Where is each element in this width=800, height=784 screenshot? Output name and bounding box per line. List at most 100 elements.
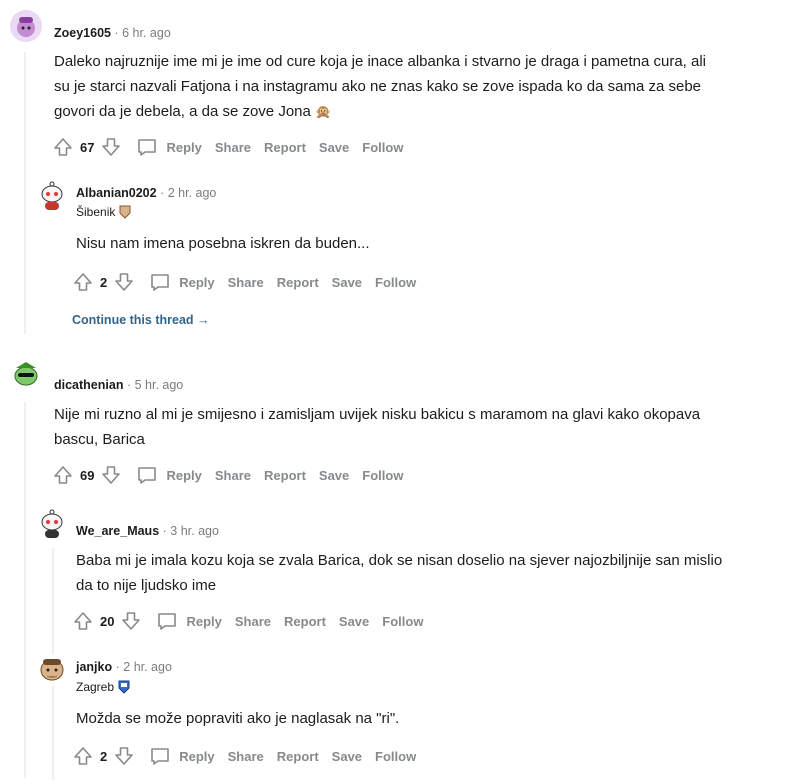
comment-icon [156, 610, 178, 632]
comment-body: Baba mi je imala kozu koja se zvala Bari… [76, 548, 796, 598]
emoji: 🙊 [315, 104, 332, 119]
downvote-icon[interactable] [120, 610, 142, 632]
upvote-icon[interactable] [72, 745, 94, 767]
save-button[interactable]: Save [319, 140, 349, 155]
comment-line: Možda se može popraviti ako je naglasak … [76, 710, 400, 727]
comment-actions: 69 Reply Share Report Save Follow [52, 462, 403, 488]
avatar[interactable] [10, 10, 42, 42]
save-button[interactable]: Save [332, 749, 362, 764]
comment-line: Daleko najruznije ime mi je ime od cure … [54, 53, 707, 70]
vote-score: 2 [100, 274, 108, 290]
report-button[interactable]: Report [284, 614, 326, 629]
save-button[interactable]: Save [332, 275, 362, 290]
separator: · [162, 524, 167, 538]
report-button[interactable]: Report [277, 749, 319, 764]
flair-text: Zagreb [76, 680, 115, 694]
albanian-avatar-icon [36, 180, 68, 212]
vote-score: 67 [80, 139, 95, 155]
separator: · [160, 186, 165, 200]
dicathenian-avatar-icon [10, 360, 42, 392]
thread-line[interactable] [24, 402, 26, 778]
separator: · [126, 378, 132, 392]
comment-body: Nisu nam imena posebna iskren da buden..… [76, 231, 776, 256]
flair-text: Šibenik [76, 205, 116, 219]
separator: · [115, 660, 120, 674]
username[interactable]: dicathenian [54, 378, 123, 392]
downvote-icon[interactable] [113, 271, 135, 293]
comment-line: govori da je debela, a da se zove Jona 🙊 [54, 103, 332, 120]
maus-avatar-icon [36, 508, 68, 540]
comment-body: Možda se može popraviti ako je naglasak … [76, 706, 776, 731]
vote-score: 2 [100, 748, 108, 764]
save-button[interactable]: Save [319, 468, 349, 483]
avatar[interactable] [36, 180, 68, 212]
shield-icon [119, 205, 131, 219]
timestamp[interactable]: 2 hr. ago [123, 660, 172, 674]
vote-score: 20 [100, 613, 115, 629]
avatar[interactable] [36, 508, 68, 540]
comment-body: Nije mi ruzno al mi je smijesno i zamisl… [54, 402, 794, 452]
share-button[interactable]: Share [235, 614, 271, 629]
janjko-avatar-icon [36, 654, 68, 686]
report-button[interactable]: Report [277, 275, 319, 290]
reply-label: Reply [166, 139, 202, 155]
comment-line: Baba mi je imala kozu koja se zvala Bari… [76, 552, 723, 569]
comment-line: Nije mi ruzno al mi je smijesno i zamisl… [54, 406, 701, 423]
comment-icon [149, 745, 171, 767]
reply-button[interactable]: Reply [136, 136, 202, 158]
timestamp[interactable]: 3 hr. ago [170, 524, 219, 538]
avatar[interactable] [36, 654, 68, 686]
reply-label: Reply [166, 467, 202, 483]
comment-icon [136, 464, 158, 486]
timestamp[interactable]: 6 hr. ago [122, 26, 171, 40]
save-button[interactable]: Save [339, 614, 369, 629]
comment-actions: 67 Reply Share Report Save Follow [52, 134, 403, 160]
comment-icon [149, 271, 171, 293]
downvote-icon[interactable] [100, 464, 122, 486]
upvote-icon[interactable] [52, 136, 74, 158]
comment-line: bascu, Barica [54, 431, 145, 448]
reply-button[interactable]: Reply [149, 745, 215, 767]
follow-button[interactable]: Follow [382, 614, 423, 629]
comment-icon [136, 136, 158, 158]
reply-button[interactable]: Reply [156, 610, 222, 632]
avatar[interactable] [10, 360, 42, 392]
upvote-icon[interactable] [52, 464, 74, 486]
share-button[interactable]: Share [215, 468, 251, 483]
user-flair: Zagreb [76, 680, 130, 694]
follow-button[interactable]: Follow [362, 140, 403, 155]
username[interactable]: Albanian0202 [76, 186, 157, 200]
comment-actions: 2 Reply Share Report Save Follow [72, 269, 416, 295]
upvote-icon[interactable] [72, 271, 94, 293]
username[interactable]: We_are_Maus [76, 524, 159, 538]
user-flair: Šibenik [76, 205, 131, 219]
reply-label: Reply [179, 274, 215, 290]
share-button[interactable]: Share [228, 749, 264, 764]
comment-line: su je starci nazvali Fatjona i na instag… [54, 78, 702, 95]
share-button[interactable]: Share [215, 140, 251, 155]
timestamp[interactable]: 2 hr. ago [168, 186, 217, 200]
reply-button[interactable]: Reply [149, 271, 215, 293]
username[interactable]: janjko [76, 660, 112, 674]
follow-button[interactable]: Follow [375, 749, 416, 764]
share-button[interactable]: Share [228, 275, 264, 290]
follow-button[interactable]: Follow [375, 275, 416, 290]
report-button[interactable]: Report [264, 468, 306, 483]
report-button[interactable]: Report [264, 140, 306, 155]
vote-score: 69 [80, 467, 95, 483]
comment-body: Daleko najruznije ime mi je ime od cure … [54, 49, 794, 124]
reply-label: Reply [186, 613, 222, 629]
downvote-icon[interactable] [100, 136, 122, 158]
comment-actions: 20 Reply Share Report Save Follow [72, 608, 423, 634]
thread-line[interactable] [24, 52, 26, 334]
reply-label: Reply [179, 748, 215, 764]
timestamp[interactable]: 5 hr. ago [135, 378, 184, 392]
shield-icon [118, 680, 130, 694]
upvote-icon[interactable] [72, 610, 94, 632]
separator: · [114, 26, 119, 40]
username[interactable]: Zoey1605 [54, 26, 111, 40]
downvote-icon[interactable] [113, 745, 135, 767]
follow-button[interactable]: Follow [362, 468, 403, 483]
continue-thread-link[interactable]: Continue this thread → [72, 313, 210, 327]
reply-button[interactable]: Reply [136, 464, 202, 486]
